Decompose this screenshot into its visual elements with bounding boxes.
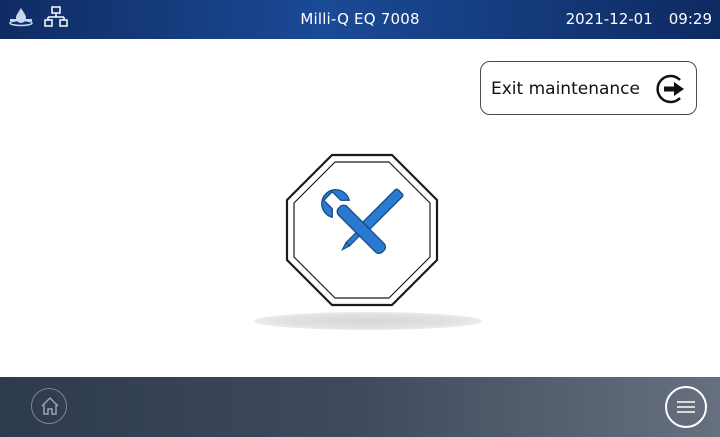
- maintenance-tools-icon: [284, 152, 440, 308]
- datetime: 2021-12-01 09:29: [566, 0, 712, 39]
- graphic-shadow: [254, 312, 482, 330]
- exit-maintenance-label: Exit maintenance: [491, 79, 640, 99]
- date-text: 2021-12-01: [565, 10, 653, 28]
- menu-icon: [677, 401, 695, 413]
- top-status-bar: Milli-Q EQ 7008 2021-12-01 09:29: [0, 0, 720, 39]
- time-text: 09:29: [668, 10, 712, 28]
- exit-maintenance-button[interactable]: Exit maintenance: [480, 61, 697, 115]
- home-icon: [41, 396, 59, 415]
- exit-arrow-icon: [654, 72, 688, 106]
- home-button[interactable]: [31, 388, 67, 424]
- menu-button[interactable]: [665, 386, 707, 428]
- bottom-navigation-bar: [0, 377, 720, 437]
